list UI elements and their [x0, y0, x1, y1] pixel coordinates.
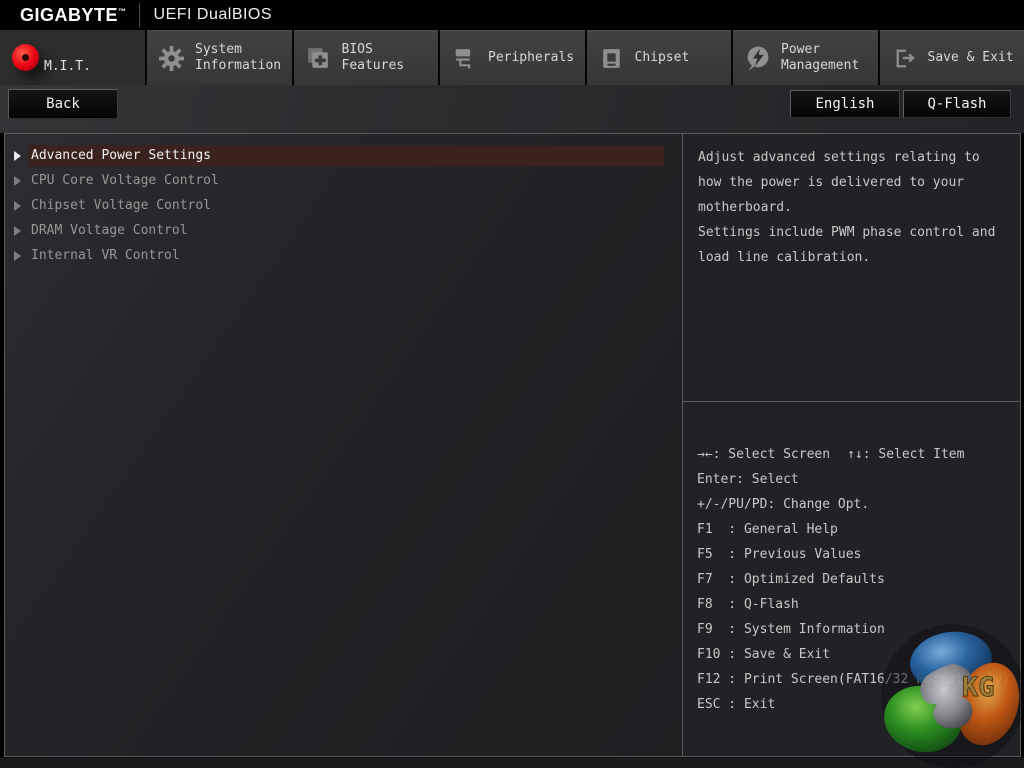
language-button[interactable]: English [790, 90, 900, 118]
menu-item-dram-voltage-control[interactable]: DRAM Voltage Control [5, 218, 682, 243]
key-legend: →←: Select Screen ↑↓: Select Item Enter:… [683, 402, 1020, 756]
menu-item-label: DRAM Voltage Control [31, 222, 188, 238]
legend-select-item: ↑↓: Select Item [847, 447, 965, 462]
info-panel: Adjust advanced settings relating to how… [682, 134, 1020, 756]
menu-item-label: Advanced Power Settings [29, 144, 664, 167]
submenu-arrow-icon [14, 225, 21, 236]
legend-row: F1 : General Help [697, 522, 838, 537]
tab-power-management[interactable]: Power Management [733, 30, 878, 85]
legend-row: →←: Select Screen ↑↓: Select Item [697, 442, 1018, 467]
help-line: motherboard. [698, 200, 792, 215]
tab-chipset[interactable]: Chipset [586, 30, 731, 85]
gear-icon [159, 45, 184, 71]
back-button[interactable]: Back [8, 89, 118, 119]
help-line: load line calibration. [698, 250, 871, 265]
menu-item-advanced-power-settings[interactable]: Advanced Power Settings [5, 143, 682, 168]
submenu-arrow-icon [14, 150, 21, 161]
tab-save-exit[interactable]: Save & Exit [879, 30, 1024, 85]
tab-mit-label: M.I.T. [44, 59, 91, 74]
red-dot-icon [12, 44, 39, 71]
legend-row: F12 : Print Screen(FAT16/32 Format Only) [697, 672, 1011, 687]
bios-chip-icon [307, 47, 328, 68]
tab-system-information[interactable]: System Information [147, 30, 292, 85]
legend-row: ESC : Exit [697, 697, 776, 712]
submenu-arrow-icon [14, 200, 21, 211]
legend-row: F5 : Previous Values [697, 547, 862, 562]
save-exit-icon [896, 49, 915, 67]
main-content: Advanced Power Settings CPU Core Voltage… [4, 133, 1021, 757]
submenu-arrow-icon [14, 175, 21, 186]
legend-select-screen: →←: Select Screen [697, 447, 831, 462]
peripherals-icon [455, 48, 471, 68]
legend-row: F8 : Q-Flash [697, 597, 799, 612]
legend-row: F7 : Optimized Defaults [697, 572, 885, 587]
tab-bios-features[interactable]: BIOS Features [293, 30, 438, 85]
legend-row: +/-/PU/PD: Change Opt. [697, 497, 870, 512]
menu-item-cpu-core-voltage-control[interactable]: CPU Core Voltage Control [5, 168, 682, 193]
menu-item-internal-vr-control[interactable]: Internal VR Control [5, 243, 682, 268]
menu-item-label: Internal VR Control [31, 247, 180, 263]
tab-mit[interactable]: M.I.T. [0, 30, 145, 85]
gigabyte-logo: GIGABYTE™ [20, 4, 127, 25]
topbar-divider [138, 3, 140, 27]
legend-row: Enter: Select [697, 472, 799, 487]
bios-screen: GIGABYTE™ UEFI DualBIOS M.I.T. System In… [0, 0, 1024, 768]
trademark-symbol: ™ [118, 6, 127, 16]
menu-item-chipset-voltage-control[interactable]: Chipset Voltage Control [5, 193, 682, 218]
help-line: Settings include PWM phase control and [698, 225, 996, 240]
help-line: Adjust advanced settings relating to [698, 150, 980, 165]
submenu-arrow-icon [14, 250, 21, 261]
tab-bar: M.I.T. System Information BIOS Features … [0, 30, 1024, 85]
help-text: Adjust advanced settings relating to how… [683, 134, 1020, 402]
bottom-strip [0, 757, 1024, 768]
legend-row: F9 : System Information [697, 622, 885, 637]
help-line: how the power is delivered to your [698, 175, 965, 190]
menu-item-label: Chipset Voltage Control [31, 197, 212, 213]
sub-bar: Back English Q-Flash [0, 85, 1024, 133]
settings-menu-panel: Advanced Power Settings CPU Core Voltage… [5, 134, 682, 756]
legend-row: F10 : Save & Exit [697, 647, 831, 662]
chipset-icon [602, 48, 620, 68]
tab-peripherals[interactable]: Peripherals [440, 30, 585, 85]
menu-item-label: CPU Core Voltage Control [31, 172, 219, 188]
qflash-button[interactable]: Q-Flash [903, 90, 1011, 118]
power-icon [747, 46, 769, 71]
